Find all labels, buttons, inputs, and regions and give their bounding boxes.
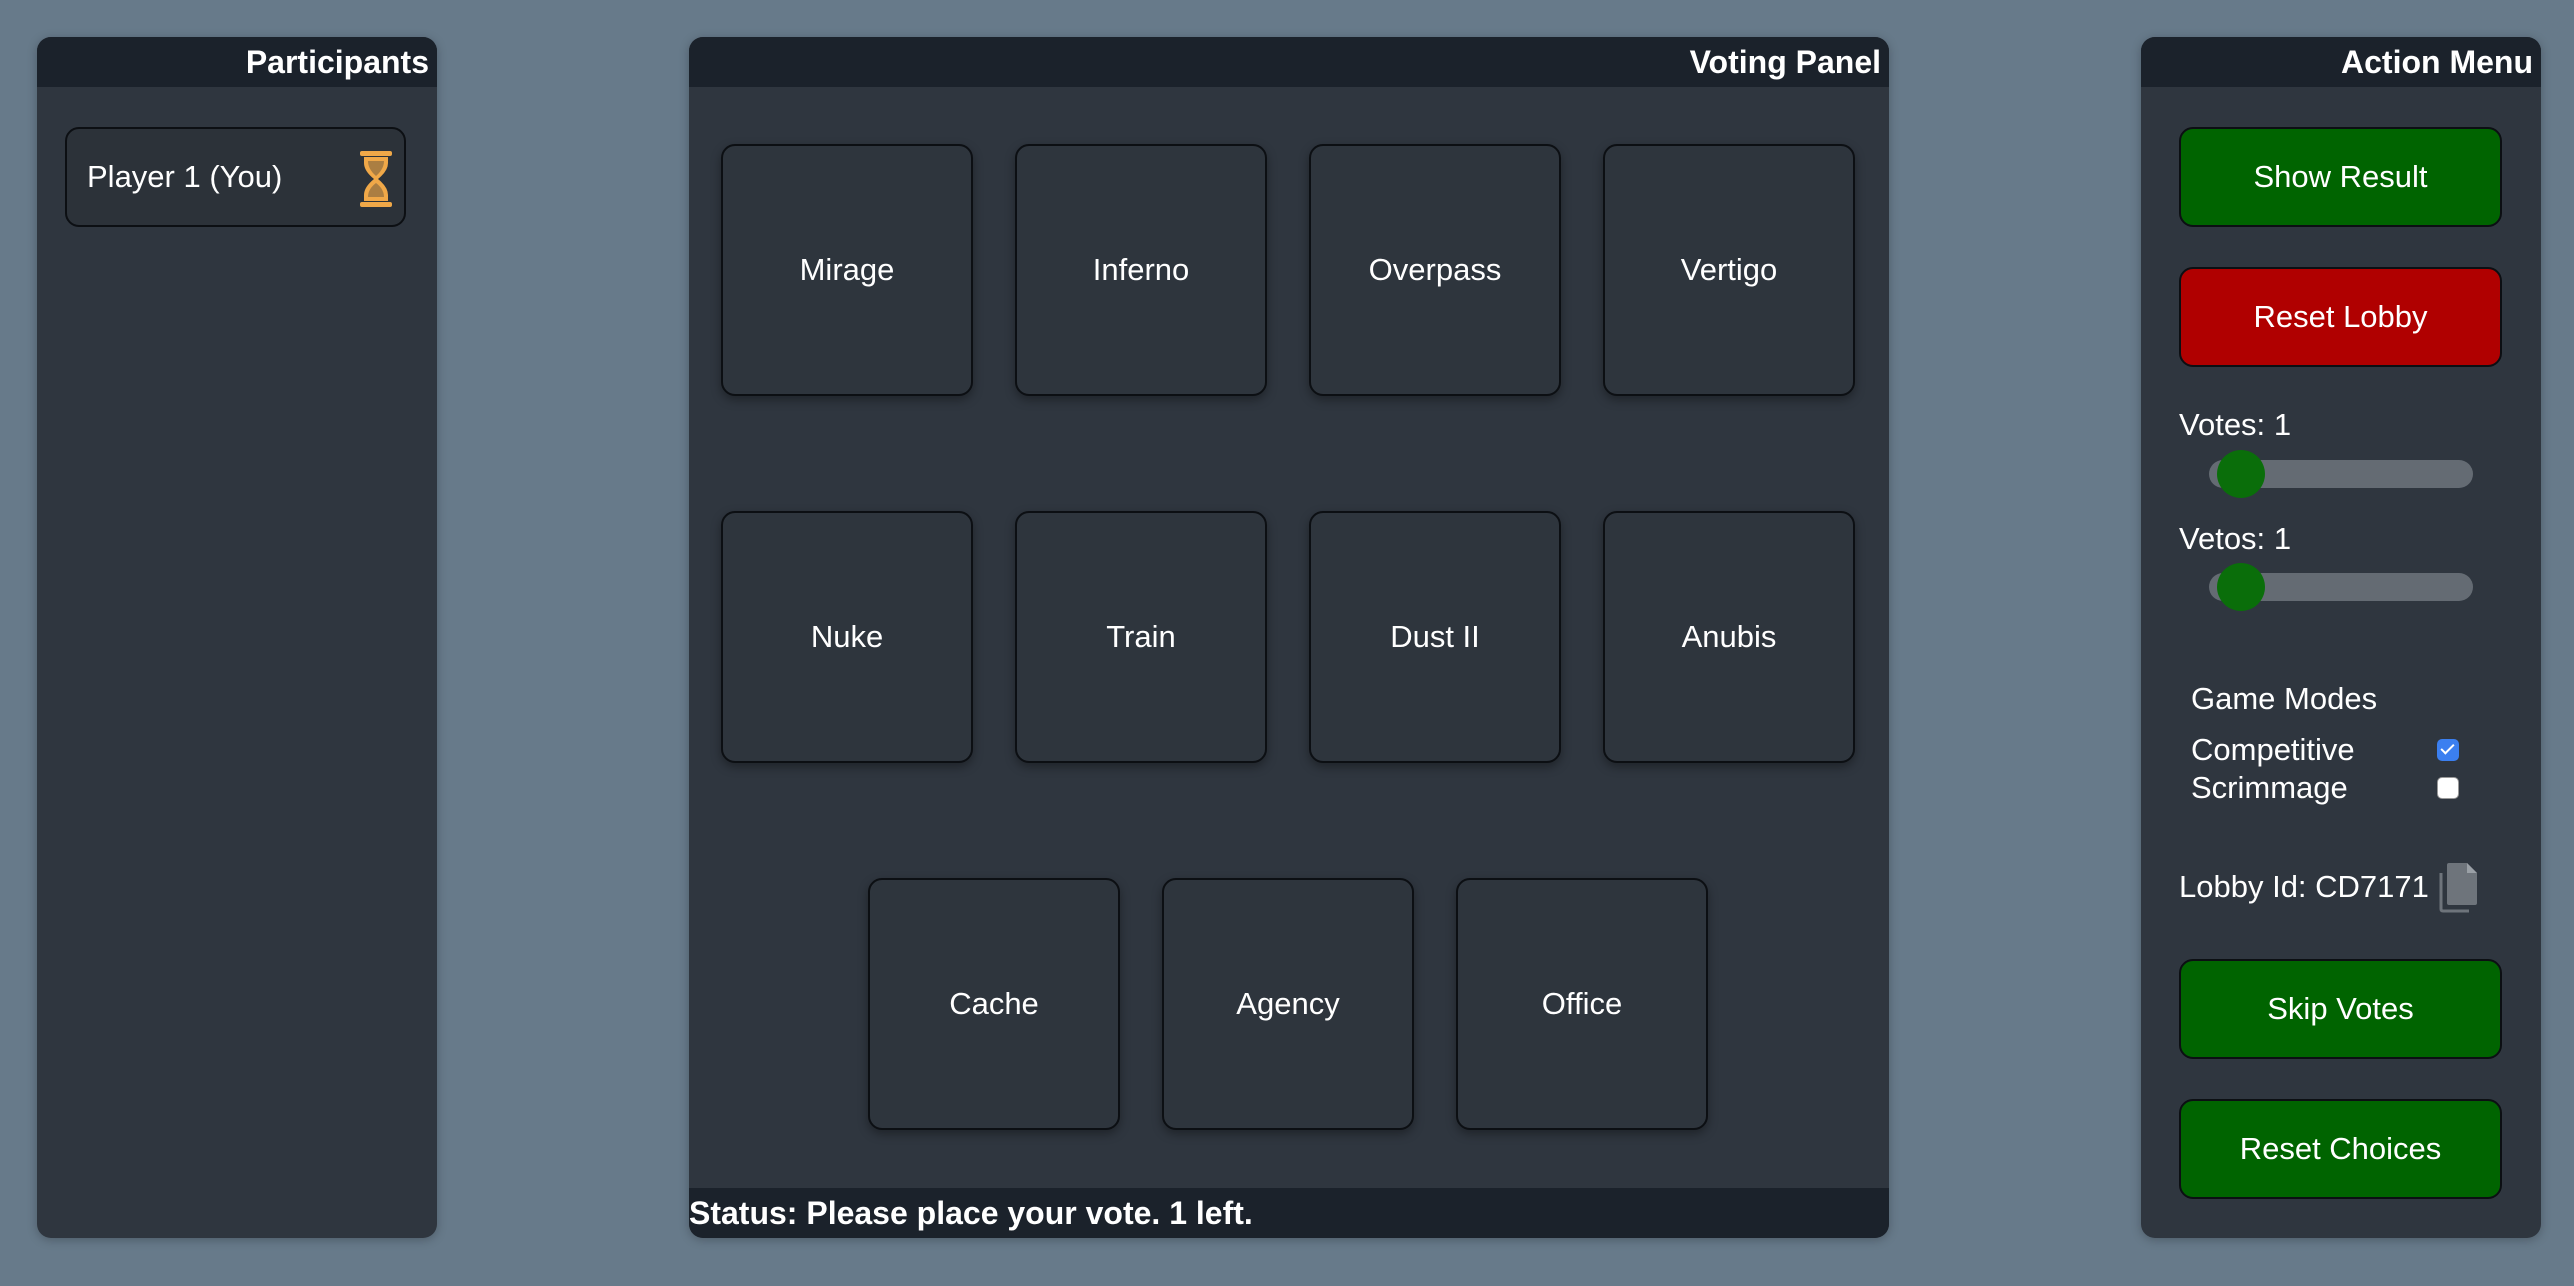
- participants-header: Participants: [37, 37, 437, 87]
- vetos-label-row: Vetos: 1: [2179, 521, 2291, 557]
- show-result-button[interactable]: Show Result: [2179, 127, 2502, 227]
- mode-row-scrimmage: Scrimmage: [2191, 770, 2459, 806]
- participant-item: Player 1 (You): [65, 127, 406, 227]
- map-tile-train[interactable]: Train: [1015, 511, 1267, 763]
- votes-label: Votes:: [2179, 407, 2266, 442]
- reset-lobby-button[interactable]: Reset Lobby: [2179, 267, 2502, 367]
- map-tile-office[interactable]: Office: [1456, 878, 1708, 1130]
- vetos-slider-thumb[interactable]: [2217, 563, 2265, 611]
- map-tile-vertigo[interactable]: Vertigo: [1603, 144, 1855, 396]
- voting-header: Voting Panel: [689, 37, 1889, 87]
- lobby-id-text: Lobby Id: CD7171: [2179, 869, 2429, 904]
- map-tile-overpass[interactable]: Overpass: [1309, 144, 1561, 396]
- hourglass-icon: [360, 151, 392, 207]
- vetos-slider[interactable]: [2209, 563, 2473, 611]
- map-tile-agency[interactable]: Agency: [1162, 878, 1414, 1130]
- participant-name: Player 1 (You): [87, 159, 283, 194]
- competitive-checkbox[interactable]: [2437, 739, 2459, 761]
- mode-label-scrimmage: Scrimmage: [2191, 770, 2348, 805]
- status-bar: Status: Please place your vote. 1 left.: [689, 1188, 1889, 1238]
- map-tile-inferno[interactable]: Inferno: [1015, 144, 1267, 396]
- votes-slider[interactable]: [2209, 450, 2473, 498]
- vetos-label: Vetos:: [2179, 521, 2266, 556]
- action-menu-panel: Action Menu Show Result Reset Lobby Vote…: [2141, 37, 2541, 1238]
- map-tile-cache[interactable]: Cache: [868, 878, 1120, 1130]
- reset-choices-button[interactable]: Reset Choices: [2179, 1099, 2502, 1199]
- participants-panel: Participants Player 1 (You): [37, 37, 437, 1238]
- scrimmage-checkbox[interactable]: [2437, 777, 2459, 799]
- votes-value: 1: [2273, 407, 2292, 442]
- votes-slider-thumb[interactable]: [2217, 450, 2265, 498]
- copy-icon[interactable]: [2437, 861, 2481, 913]
- map-tile-nuke[interactable]: Nuke: [721, 511, 973, 763]
- map-tile-mirage[interactable]: Mirage: [721, 144, 973, 396]
- map-tile-dust-ii[interactable]: Dust II: [1309, 511, 1561, 763]
- lobby-id-row: Lobby Id: CD7171: [2179, 861, 2481, 913]
- map-tile-anubis[interactable]: Anubis: [1603, 511, 1855, 763]
- action-menu-header: Action Menu: [2141, 37, 2541, 87]
- voting-panel: Voting Panel Mirage Inferno Overpass Ver…: [689, 37, 1889, 1238]
- votes-label-row: Votes: 1: [2179, 407, 2291, 443]
- mode-label-competitive: Competitive: [2191, 732, 2355, 767]
- mode-row-competitive: Competitive: [2191, 732, 2459, 768]
- skip-votes-button[interactable]: Skip Votes: [2179, 959, 2502, 1059]
- game-modes-title: Game Modes: [2191, 681, 2378, 716]
- vetos-value: 1: [2273, 521, 2292, 556]
